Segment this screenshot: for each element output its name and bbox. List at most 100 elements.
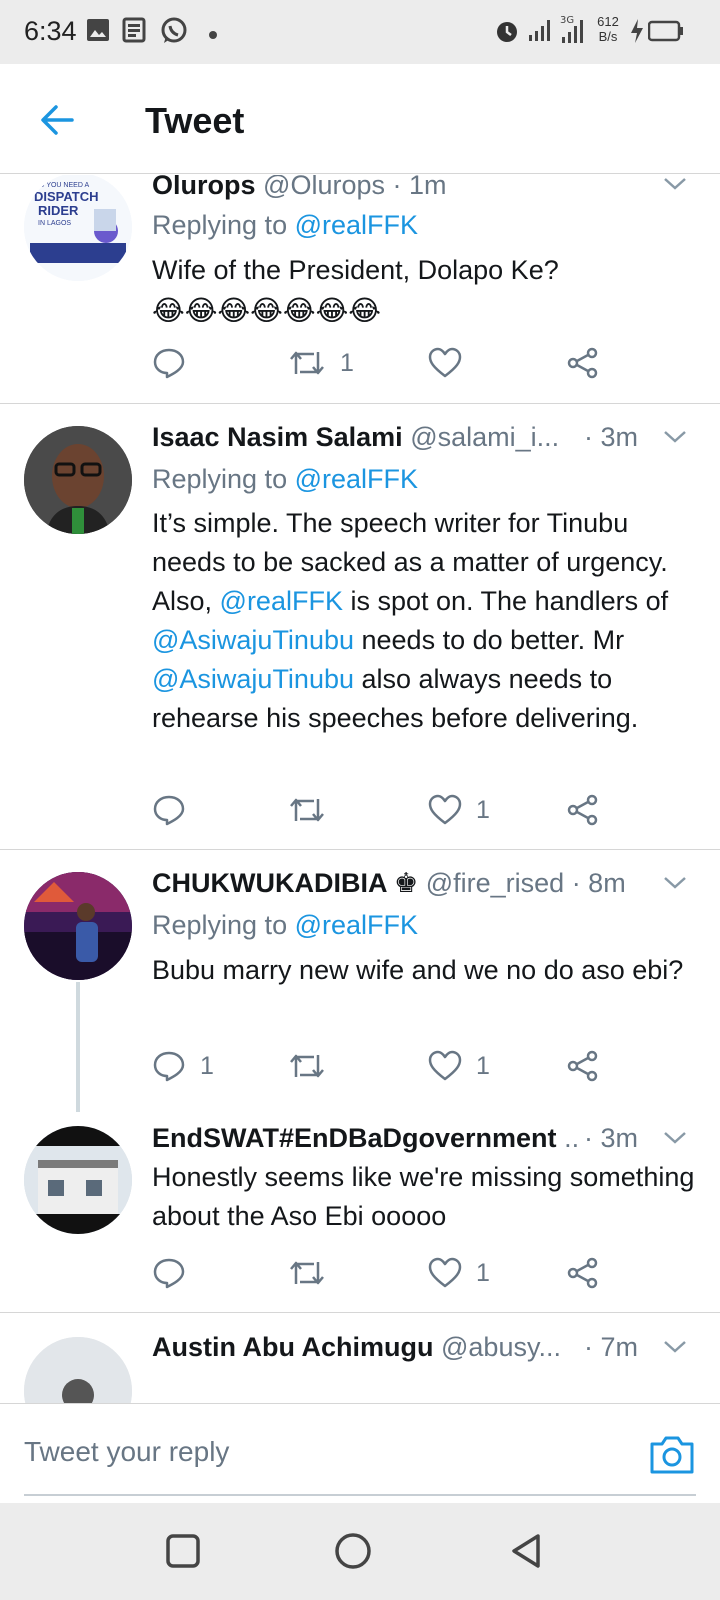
like-button[interactable]: 1 [428, 1253, 490, 1293]
author-handle[interactable]: @fire_rised [426, 868, 564, 898]
author-name[interactable]: Olurops [152, 175, 256, 200]
retweet-icon [290, 351, 324, 375]
share-icon [567, 1257, 598, 1289]
alarm-icon [494, 17, 520, 50]
tweet-text-content: Bubu marry new wife and we no do aso ebi… [152, 955, 684, 985]
mention-link[interactable]: @realFFK [295, 210, 418, 240]
replying-to: Replying to @realFFK [152, 907, 418, 943]
avatar[interactable] [24, 1337, 132, 1403]
avatar-text-line1: DO YOU NEED A [34, 182, 89, 189]
back-nav-button[interactable] [506, 1531, 546, 1571]
tweet-card[interactable]: Isaac Nasim Salami @salami_i... · 3m Rep… [0, 404, 720, 849]
tweet-text-content: Wife of the President, Dolapo Ke? [152, 255, 559, 285]
retweet-button[interactable] [288, 1253, 340, 1293]
charging-icon [628, 17, 646, 50]
mention-link[interactable]: @AsiwajuTinubu [152, 625, 354, 655]
chevron-down-icon[interactable] [660, 175, 690, 199]
avatar[interactable]: DO YOU NEED A DISPATCH RIDER IN LAGOS [24, 175, 132, 281]
net-speed: 612 B/s [594, 14, 622, 44]
laughing-emoji: 😂😂😂😂😂😂😂 [152, 295, 382, 326]
system-nav-bar [0, 1503, 720, 1600]
share-icon [567, 347, 598, 379]
replying-to: Replying to @realFFK [152, 207, 418, 243]
reply-button[interactable] [152, 1253, 200, 1293]
tweet-time: · 7m [580, 1329, 638, 1365]
battery-icon [647, 20, 684, 47]
like-count: 1 [476, 1051, 490, 1080]
mention-link[interactable]: @realFFK [295, 910, 418, 940]
avatar[interactable] [24, 426, 132, 534]
reply-feed[interactable]: DO YOU NEED A DISPATCH RIDER IN LAGOS Ol… [0, 175, 720, 1403]
like-count: 1 [476, 795, 490, 824]
retweet-icon [290, 1261, 324, 1285]
tweet-card[interactable]: DO YOU NEED A DISPATCH RIDER IN LAGOS Ol… [0, 175, 720, 403]
tweet-time: · 3m [580, 1120, 638, 1156]
avatar-text-line2: DISPATCH [34, 189, 99, 204]
dot-icon [208, 27, 218, 45]
like-button[interactable]: 1 [428, 1046, 490, 1086]
square-recents-icon [166, 1534, 200, 1568]
author-name[interactable]: CHUKWUKADIBIA ♚ [152, 868, 418, 898]
chevron-down-icon[interactable] [660, 422, 690, 452]
retweet-count: 1 [340, 348, 354, 377]
tweet-card[interactable]: Austin Abu Achimugu @abusy... · 7m [0, 1313, 720, 1403]
camera-button[interactable] [648, 1432, 696, 1476]
retweet-button[interactable]: 1 [288, 343, 354, 383]
app-header: Tweet [0, 64, 720, 174]
mention-link[interactable]: @realFFK [295, 464, 418, 494]
reply-button[interactable] [152, 343, 200, 383]
like-button[interactable] [428, 343, 476, 383]
reply-button[interactable] [152, 790, 200, 830]
tweet-text-content: needs to do better. Mr [354, 625, 625, 655]
share-button[interactable] [566, 1253, 600, 1293]
author-handle[interactable]: @salami_i... [410, 422, 559, 452]
retweet-icon [290, 798, 324, 822]
tweet-text-content: Honestly seems like we're missing someth… [152, 1162, 695, 1231]
chevron-down-icon[interactable] [660, 1123, 690, 1153]
heart-icon [428, 794, 462, 825]
author-name[interactable]: Austin Abu Achimugu [152, 1332, 433, 1362]
page-title: Tweet [145, 100, 245, 141]
camera-icon [650, 1436, 694, 1474]
back-button[interactable] [32, 96, 80, 144]
author-handle[interactable]: @Olurops [263, 175, 385, 200]
replying-to: Replying to @realFFK [152, 461, 418, 497]
status-time: 6:34 [24, 16, 77, 46]
reply-icon [153, 1258, 185, 1289]
author-name[interactable]: Isaac Nasim Salami [152, 422, 403, 452]
chevron-down-icon[interactable] [660, 868, 690, 898]
avatar[interactable] [24, 872, 132, 980]
home-button[interactable] [333, 1531, 373, 1571]
avatar[interactable] [24, 1126, 132, 1234]
reply-button[interactable]: 1 [152, 1046, 214, 1086]
input-underline [24, 1494, 696, 1496]
tweet-time: · 1m [392, 175, 447, 200]
tweet-text: It’s simple. The speech writer for Tinub… [152, 504, 702, 738]
news-icon [122, 17, 148, 48]
tweet-author: CHUKWUKADIBIA ♚ @fire_rised · 8m [152, 865, 672, 901]
share-button[interactable] [566, 790, 600, 830]
tweet-card[interactable]: CHUKWUKADIBIA ♚ @fire_rised · 8m Replyin… [0, 850, 720, 1112]
like-button[interactable]: 1 [428, 790, 490, 830]
tweet-text: Bubu marry new wife and we no do aso ebi… [152, 951, 702, 990]
reply-input[interactable]: Tweet your reply [24, 1436, 229, 1468]
author-handle[interactable]: @abusy... [441, 1332, 561, 1362]
tweet-actions: 1 [152, 343, 652, 383]
replying-prefix: Replying to [152, 910, 288, 940]
replying-prefix: Replying to [152, 464, 288, 494]
mention-link[interactable]: @AsiwajuTinubu [152, 664, 354, 694]
tweet-card[interactable]: EndSWAT#EnDBaDgovernment ... · 3m Honest… [0, 1112, 720, 1312]
chevron-down-icon[interactable] [660, 1332, 690, 1362]
mention-link[interactable]: @realFFK [220, 586, 343, 616]
recents-button[interactable] [163, 1531, 203, 1571]
svg-text:3G: 3G [560, 15, 574, 26]
retweet-button[interactable] [288, 1046, 340, 1086]
image-icon [86, 17, 110, 48]
author-name[interactable]: EndSWAT#EnDBaDgovernment [152, 1123, 557, 1153]
tweet-actions: 1 [152, 790, 652, 830]
share-button[interactable] [566, 1046, 600, 1086]
share-button[interactable] [566, 343, 600, 383]
retweet-button[interactable] [288, 790, 340, 830]
tweet-text-content: is spot on. The handlers of [342, 586, 669, 616]
tweet-author: Olurops @Olurops · 1m [152, 175, 672, 203]
